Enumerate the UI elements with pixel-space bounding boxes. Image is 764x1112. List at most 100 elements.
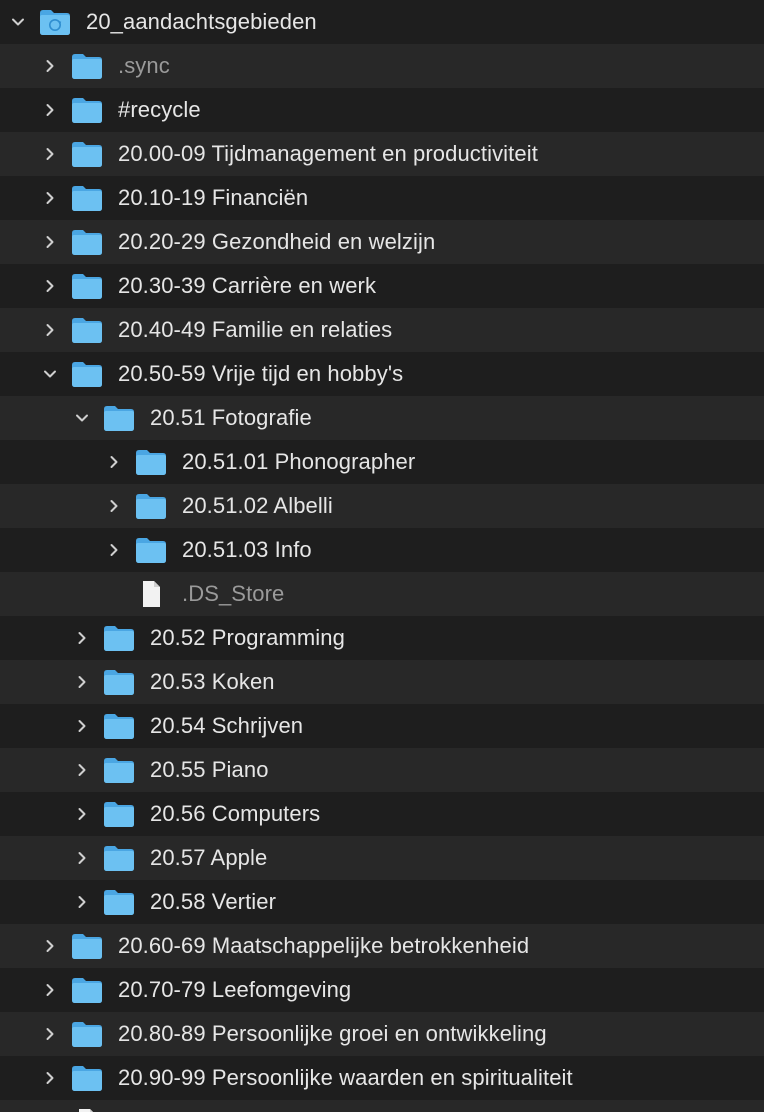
folder-row[interactable]: 20.51.02 Albelli [0, 484, 764, 528]
folder-label: 20.20-29 Gezondheid en welzijn [118, 229, 436, 254]
folder-icon [70, 316, 104, 344]
chevron-right-icon[interactable] [40, 144, 60, 164]
folder-row[interactable]: 20.53 Koken [0, 660, 764, 704]
folder-label: 20.51.02 Albelli [182, 493, 333, 518]
folder-icon [70, 140, 104, 168]
folder-label: 20.54 Schrijven [150, 713, 304, 738]
file-row[interactable]: .DS_Store [0, 1100, 764, 1112]
folder-icon [102, 712, 136, 740]
chevron-right-icon[interactable] [40, 232, 60, 252]
folder-row[interactable]: 20.10-19 Financiën [0, 176, 764, 220]
folder-icon [134, 492, 168, 520]
folder-row[interactable]: 20.51.03 Info [0, 528, 764, 572]
chevron-right-icon[interactable] [72, 672, 92, 692]
folder-icon [102, 668, 136, 696]
chevron-right-icon[interactable] [72, 716, 92, 736]
folder-label: 20.57 Apple [150, 845, 268, 870]
folder-label: 20.52 Programming [150, 625, 345, 650]
folder-icon [134, 448, 168, 476]
document-icon [70, 1108, 104, 1112]
folder-label: 20.55 Piano [150, 757, 269, 782]
file-tree: 20_aandachtsgebieden .sync #recycle 20.00-… [0, 0, 764, 1112]
folder-label: 20.53 Koken [150, 669, 275, 694]
folder-row[interactable]: 20.55 Piano [0, 748, 764, 792]
chevron-right-icon[interactable] [40, 936, 60, 956]
folder-icon [134, 536, 168, 564]
folder-label: 20.50-59 Vrije tijd en hobby's [118, 361, 404, 386]
file-label: .DS_Store [118, 1100, 220, 1112]
folder-icon [102, 404, 136, 432]
chevron-down-icon[interactable] [40, 364, 60, 384]
folder-icon [70, 184, 104, 212]
chevron-right-icon[interactable] [40, 188, 60, 208]
chevron-right-icon[interactable] [40, 56, 60, 76]
folder-row[interactable]: 20.20-29 Gezondheid en welzijn [0, 220, 764, 264]
chevron-right-icon[interactable] [40, 276, 60, 296]
folder-label: 20.51.03 Info [182, 537, 312, 562]
folder-row[interactable]: 20.40-49 Familie en relaties [0, 308, 764, 352]
folder-row[interactable]: 20.90-99 Persoonlijke waarden en spiritu… [0, 1056, 764, 1100]
folder-row[interactable]: 20.57 Apple [0, 836, 764, 880]
folder-icon [70, 1064, 104, 1092]
folder-row[interactable]: 20.80-89 Persoonlijke groei en ontwikkel… [0, 1012, 764, 1056]
folder-row[interactable]: 20.51.01 Phonographer [0, 440, 764, 484]
folder-row[interactable]: 20.00-09 Tijdmanagement en productivitei… [0, 132, 764, 176]
folder-row[interactable]: 20.50-59 Vrije tijd en hobby's [0, 352, 764, 396]
chevron-right-icon[interactable] [40, 100, 60, 120]
folder-row[interactable]: 20.70-79 Leefomgeving [0, 968, 764, 1012]
folder-row[interactable]: 20.51 Fotografie [0, 396, 764, 440]
folder-label: #recycle [118, 97, 201, 122]
folder-row[interactable]: 20.54 Schrijven [0, 704, 764, 748]
folder-row[interactable]: 20.30-39 Carrière en werk [0, 264, 764, 308]
folder-label: 20.40-49 Familie en relaties [118, 317, 393, 342]
file-row[interactable]: .DS_Store [0, 572, 764, 616]
chevron-down-icon[interactable] [72, 408, 92, 428]
tree-row-root[interactable]: 20_aandachtsgebieden [0, 0, 764, 44]
folder-icon [102, 888, 136, 916]
chevron-right-icon[interactable] [72, 804, 92, 824]
chevron-right-icon[interactable] [40, 980, 60, 1000]
chevron-right-icon[interactable] [72, 892, 92, 912]
folder-row[interactable]: 20.52 Programming [0, 616, 764, 660]
folder-label: 20.51 Fotografie [150, 405, 312, 430]
chevron-right-icon[interactable] [72, 760, 92, 780]
folder-row[interactable]: 20.56 Computers [0, 792, 764, 836]
document-icon [134, 580, 168, 608]
folder-row[interactable]: .sync [0, 44, 764, 88]
folder-row[interactable]: #recycle [0, 88, 764, 132]
folder-icon [70, 360, 104, 388]
folder-label: 20.80-89 Persoonlijke groei en ontwikkel… [118, 1021, 547, 1046]
folder-label: 20.30-39 Carrière en werk [118, 273, 377, 298]
chevron-right-icon[interactable] [40, 1068, 60, 1088]
synced-folder-icon [38, 8, 72, 36]
chevron-right-icon[interactable] [72, 628, 92, 648]
file-label: .DS_Store [182, 581, 285, 606]
folder-icon [70, 52, 104, 80]
folder-row[interactable]: 20.58 Vertier [0, 880, 764, 924]
folder-label: 20.58 Vertier [150, 889, 277, 914]
chevron-right-icon[interactable] [40, 320, 60, 340]
folder-icon [70, 976, 104, 1004]
folder-label: 20.51.01 Phonographer [182, 449, 416, 474]
root-folder-label: 20_aandachtsgebieden [86, 9, 317, 34]
folder-label: .sync [118, 53, 170, 78]
folder-label: 20.90-99 Persoonlijke waarden en spiritu… [118, 1065, 573, 1090]
chevron-right-icon[interactable] [104, 496, 124, 516]
folder-icon [102, 756, 136, 784]
chevron-right-icon[interactable] [104, 452, 124, 472]
folder-row[interactable]: 20.60-69 Maatschappelijke betrokkenheid [0, 924, 764, 968]
chevron-right-icon[interactable] [72, 848, 92, 868]
folder-label: 20.60-69 Maatschappelijke betrokkenheid [118, 933, 530, 958]
folder-icon [102, 844, 136, 872]
chevron-down-icon[interactable] [8, 12, 28, 32]
folder-label: 20.10-19 Financiën [118, 185, 309, 210]
chevron-right-icon[interactable] [40, 1024, 60, 1044]
folder-icon [70, 1020, 104, 1048]
folder-label: 20.70-79 Leefomgeving [118, 977, 352, 1002]
folder-icon [102, 800, 136, 828]
folder-label: 20.56 Computers [150, 801, 321, 826]
folder-icon [70, 932, 104, 960]
chevron-right-icon[interactable] [104, 540, 124, 560]
folder-icon [102, 624, 136, 652]
folder-icon [70, 228, 104, 256]
